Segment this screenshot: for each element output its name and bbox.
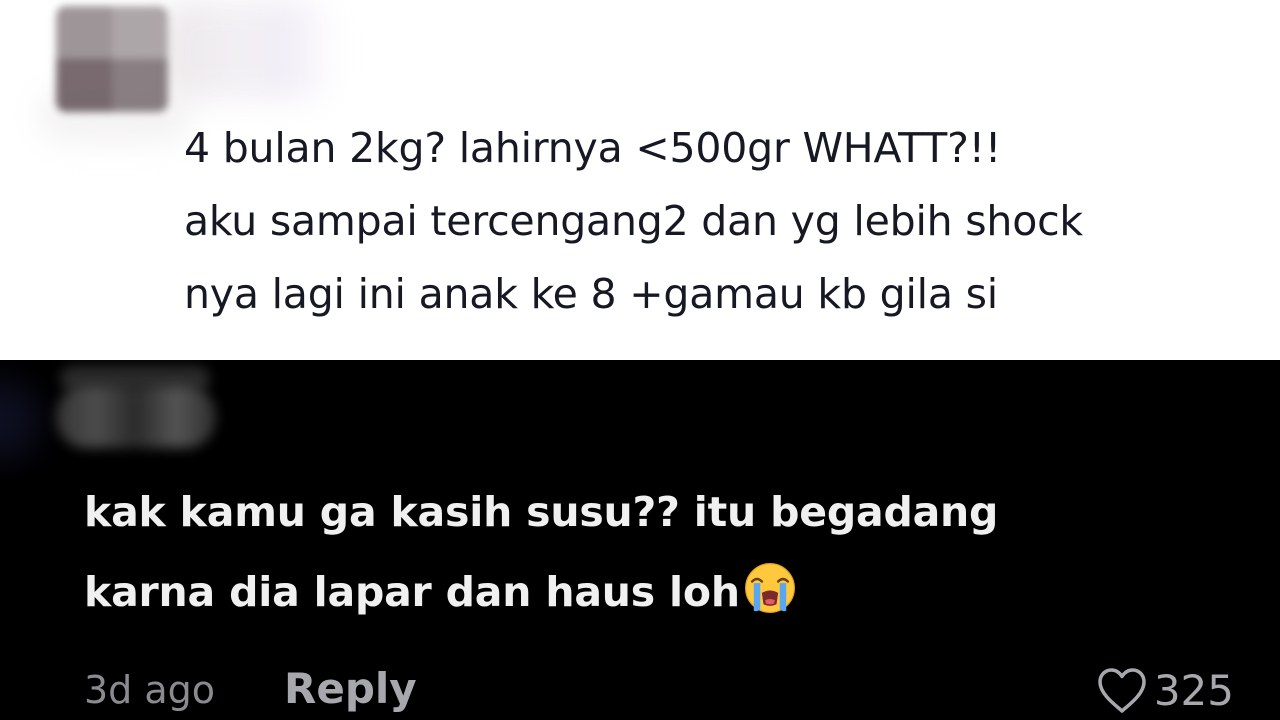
blurred-avatar-edge (0, 380, 40, 460)
like-button[interactable]: 325 (1096, 666, 1234, 715)
comment-line: aku sampai tercengang2 dan yg lebih shoc… (184, 197, 1083, 245)
comment-text: 4 bulan 2kg? lahirnya <500gr WHATT?!! ak… (184, 112, 1264, 331)
reply-line: karna dia lapar dan haus loh (84, 568, 740, 616)
blurred-username (56, 386, 216, 448)
comment-line: 4 bulan 2kg? lahirnya <500gr WHATT?!! (184, 124, 1002, 172)
like-count: 325 (1153, 666, 1234, 715)
timestamp: 3d ago (84, 668, 216, 712)
reply-card-dark: kak kamu ga kasih susu?? itu begadang ka… (0, 360, 1280, 720)
comment-card-light: 4 bulan 2kg? lahirnya <500gr WHATT?!! ak… (0, 0, 1280, 360)
comment-line: nya lagi ini anak ke 8 +gamau kb gila si (184, 270, 998, 318)
reply-text: kak kamu ga kasih susu?? itu begadang ka… (84, 472, 1234, 632)
blurred-username (160, 0, 340, 100)
loudly-crying-face-icon (744, 563, 795, 613)
blurred-avatar (56, 6, 168, 112)
reply-line: kak kamu ga kasih susu?? itu begadang (84, 488, 999, 536)
reply-line-with-emoji: karna dia lapar dan haus loh (84, 552, 1234, 632)
reply-meta-row: 3d ago Reply 325 (84, 664, 1234, 720)
heart-outline-icon[interactable] (1096, 667, 1148, 715)
reply-button[interactable]: Reply (284, 664, 417, 713)
